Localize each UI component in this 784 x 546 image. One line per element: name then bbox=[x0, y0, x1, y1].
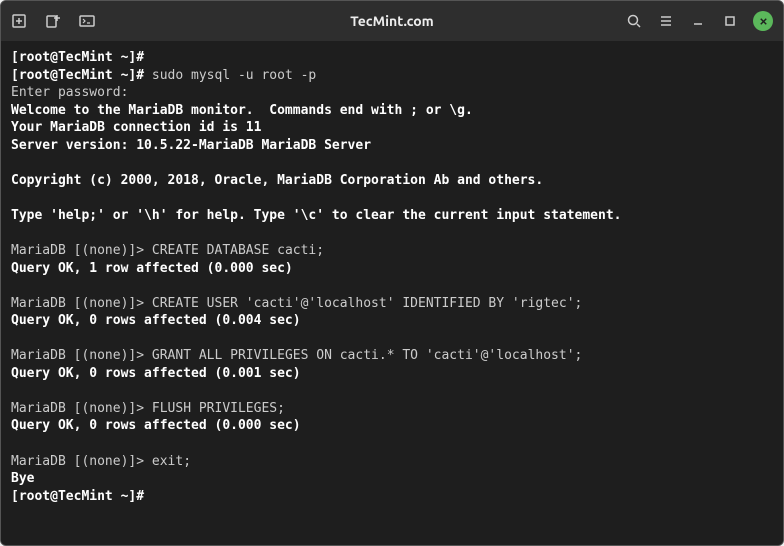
search-icon[interactable] bbox=[625, 12, 643, 30]
titlebar: TecMint.com bbox=[1, 1, 783, 41]
minimize-icon[interactable] bbox=[689, 12, 707, 30]
terminal-window: TecMint.com [root@TecMint ~]# [root@TecM… bbox=[0, 0, 784, 546]
new-window-icon[interactable] bbox=[45, 13, 61, 29]
titlebar-right-controls bbox=[625, 11, 773, 31]
window-title: TecMint.com bbox=[350, 13, 433, 29]
new-tab-icon[interactable] bbox=[11, 13, 27, 29]
close-icon[interactable] bbox=[753, 11, 773, 31]
menu-icon[interactable] bbox=[657, 12, 675, 30]
terminal-icon[interactable] bbox=[79, 13, 95, 29]
terminal-output: [root@TecMint ~]# [root@TecMint ~]# sudo… bbox=[11, 49, 773, 505]
titlebar-left-controls bbox=[11, 13, 95, 29]
maximize-icon[interactable] bbox=[721, 12, 739, 30]
terminal-content[interactable]: [root@TecMint ~]# [root@TecMint ~]# sudo… bbox=[1, 41, 783, 545]
